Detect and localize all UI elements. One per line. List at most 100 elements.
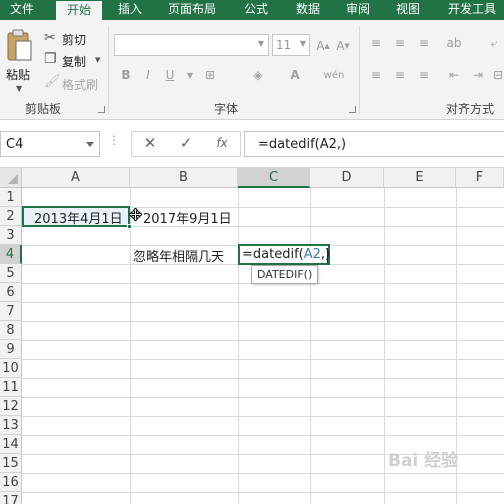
tab-formulas[interactable]: 公式 (236, 0, 276, 20)
cell-c4-editor[interactable]: =datedif(A2,) (238, 244, 330, 265)
chevron-down-icon: ▼ (257, 39, 264, 48)
row-header-1[interactable]: 1 (0, 188, 22, 207)
font-size-box[interactable]: 11 ▼ (272, 34, 310, 56)
insert-function-icon[interactable]: fx (210, 136, 234, 156)
excel-window: 文件 开始 插入 页面布局 公式 数据 审阅 视图 开发工具 粘贴 ▼ ✂ 剪切… (0, 0, 504, 504)
font-launcher-icon[interactable] (349, 106, 356, 113)
column-header-a[interactable]: A (22, 168, 130, 188)
clipboard-launcher-icon[interactable] (98, 106, 105, 113)
orientation-icon[interactable]: ab (444, 34, 464, 52)
align-top-icon[interactable]: ≡ (366, 34, 386, 52)
row-header-6[interactable]: 6 (0, 283, 22, 302)
select-all-corner[interactable] (0, 168, 22, 188)
name-box[interactable]: C4 (0, 131, 100, 157)
fill-color-icon[interactable]: ◈ (248, 66, 268, 84)
column-header-d[interactable]: D (310, 168, 384, 188)
chevron-down-icon: ▼ (16, 84, 23, 93)
bold-button[interactable]: B (116, 66, 136, 84)
cell-a2[interactable]: 2013年4月1日 (34, 208, 123, 227)
gridline (22, 321, 504, 322)
italic-button[interactable]: I (138, 66, 158, 84)
brush-icon: 🖌 (44, 74, 61, 89)
column-header-b[interactable]: B (130, 168, 238, 188)
tab-review[interactable]: 审阅 (338, 0, 378, 20)
copy-button[interactable]: ❐ 复制 ▼ (44, 51, 104, 70)
formula-suffix: ,) (320, 247, 331, 262)
gridline (22, 416, 504, 417)
row-header-12[interactable]: 12 (0, 397, 22, 416)
scissors-icon: ✂ (44, 30, 56, 46)
borders-icon[interactable]: ⊞ (200, 66, 220, 84)
row-header-9[interactable]: 9 (0, 340, 22, 359)
merge-cells-icon[interactable]: ⊟ (488, 66, 504, 84)
align-middle-icon[interactable]: ≡ (390, 34, 410, 52)
format-painter-label: 格式刷 (62, 78, 99, 92)
chevron-down-icon[interactable]: ▼ (180, 66, 200, 84)
move-cursor-icon (129, 208, 142, 221)
increase-indent-icon[interactable]: ⇥ (468, 66, 488, 84)
font-size-value: 11 (276, 38, 292, 52)
drag-handle-icon[interactable]: ⋮ (108, 134, 120, 146)
chevron-down-icon: ▼ (299, 39, 306, 48)
row-header-13[interactable]: 13 (0, 416, 22, 435)
tab-home[interactable]: 开始 (56, 0, 102, 20)
tab-file[interactable]: 文件 (0, 0, 44, 20)
name-box-value: C4 (6, 137, 24, 152)
tab-data[interactable]: 数据 (286, 0, 330, 20)
formula-input[interactable]: =datedif(A2,) (244, 131, 504, 157)
underline-button[interactable]: U (160, 66, 180, 84)
format-painter-button[interactable]: 🖌 格式刷 (44, 74, 104, 93)
fill-handle[interactable] (127, 224, 132, 229)
chevron-down-icon[interactable] (86, 142, 94, 147)
phonetic-icon[interactable]: wén (324, 66, 345, 84)
formula-text: =datedif(A2,) (258, 137, 347, 152)
row-header-2[interactable]: 2 (0, 207, 22, 226)
row-header-5[interactable]: 5 (0, 264, 22, 283)
row-header-8[interactable]: 8 (0, 321, 22, 340)
row-header-11[interactable]: 11 (0, 378, 22, 397)
alignment-group-label: 对齐方式 (446, 102, 495, 116)
chevron-down-icon: ▼ (95, 56, 101, 64)
paste-button[interactable]: 粘贴 ▼ (4, 26, 34, 93)
tab-insert[interactable]: 插入 (110, 0, 150, 20)
column-header-c[interactable]: C (238, 168, 310, 188)
align-left-icon[interactable]: ≡ (366, 66, 386, 84)
cell-b4[interactable]: 忽略年相隔几天 (133, 246, 224, 265)
row-header-3[interactable]: 3 (0, 226, 22, 245)
tab-page-layout[interactable]: 页面布局 (160, 0, 224, 20)
tab-view[interactable]: 视图 (388, 0, 428, 20)
column-header-e[interactable]: E (384, 168, 456, 188)
cell-b2[interactable]: 2017年9月1日 (143, 208, 232, 227)
cut-button[interactable]: ✂ 剪切 (44, 30, 104, 48)
row-header-17[interactable]: 17 (0, 492, 22, 504)
enter-check-icon[interactable]: ✓ (174, 134, 198, 154)
row-header-4[interactable]: 4 (0, 245, 22, 264)
align-bottom-icon[interactable]: ≡ (414, 34, 434, 52)
text-caret (327, 248, 328, 263)
row-header-7[interactable]: 7 (0, 302, 22, 321)
decrease-indent-icon[interactable]: ⇤ (444, 66, 464, 84)
ribbon-home: 粘贴 ▼ ✂ 剪切 ❐ 复制 ▼ 🖌 格式刷 剪贴板 ▼ 11 ▼ A ▲ A ▼ … (0, 20, 504, 120)
function-tooltip[interactable]: DATEDIF() (251, 265, 319, 284)
cell-c4-formula: =datedif(A2,) (242, 247, 330, 262)
shrink-font-icon[interactable]: A ▼ (333, 37, 353, 55)
font-color-icon[interactable]: A (285, 66, 305, 84)
row-header-15[interactable]: 15 (0, 454, 22, 473)
font-name-box[interactable]: ▼ (114, 34, 269, 56)
row-header-14[interactable]: 14 (0, 435, 22, 454)
formula-buttons: ✕ ✓ fx (131, 131, 241, 157)
cancel-icon[interactable]: ✕ (138, 134, 162, 154)
watermark: Bai 经验 (388, 451, 459, 471)
align-right-icon[interactable]: ≡ (414, 66, 434, 84)
gridline (22, 435, 504, 436)
copy-icon: ❐ (44, 51, 57, 67)
tab-developer[interactable]: 开发工具 (440, 0, 504, 20)
grow-font-icon[interactable]: A ▲ (313, 37, 333, 55)
copy-label: 复制 (62, 55, 87, 69)
wrap-text-icon[interactable]: ⤶ (484, 34, 504, 52)
row-header-16[interactable]: 16 (0, 473, 22, 492)
row-header-10[interactable]: 10 (0, 359, 22, 378)
align-center-icon[interactable]: ≡ (390, 66, 410, 84)
font-group-label: 字体 (214, 102, 239, 116)
column-header-f[interactable]: F (456, 168, 504, 188)
